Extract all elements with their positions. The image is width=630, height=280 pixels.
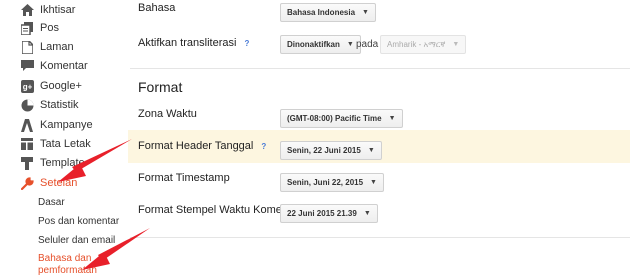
sidebar-item-label: Tata Letak [40, 138, 91, 150]
sidebar-item-label: Laman [40, 41, 74, 53]
sidebar-item-label: Setelan [40, 177, 78, 189]
date-header-format-value: Senin, 22 Juni 2015 [287, 146, 361, 155]
bahasa-label: Bahasa [138, 2, 176, 14]
wrench-icon [20, 176, 34, 190]
sidebar-item-setelan[interactable]: Setelan [20, 174, 77, 192]
subnav-item-dasar[interactable]: Dasar [38, 196, 65, 209]
chevron-down-icon: ▼ [346, 41, 354, 48]
google-plus-icon: g+ [20, 79, 34, 93]
chevron-down-icon: ▼ [452, 41, 460, 48]
subnav-item-pemformatan[interactable]: pemformatan [38, 264, 97, 277]
timezone-select[interactable]: (GMT-08:00) Pacific Time ▼ [280, 109, 403, 128]
date-header-format-label: Format Header Tanggal? [138, 140, 266, 152]
campaign-icon [20, 118, 34, 132]
date-header-format-label-text: Format Header Tanggal [138, 140, 254, 152]
timestamp-format-value: Senin, Juni 22, 2015 [287, 178, 364, 187]
svg-text:g+: g+ [22, 82, 32, 91]
language-select[interactable]: Bahasa Indonesia ▼ [280, 3, 376, 22]
sidebar-item-label: Template [40, 157, 85, 169]
comment-timestamp-format-select[interactable]: 22 Juni 2015 21.39 ▼ [280, 204, 378, 223]
chevron-down-icon: ▼ [362, 9, 369, 16]
sidebar-item-label: Google+ [40, 80, 82, 92]
date-header-format-select[interactable]: Senin, 22 Juni 2015 ▼ [280, 141, 382, 160]
transliteration-label: Aktifkan transliterasi? [138, 37, 249, 49]
comment-timestamp-format-label: Format Stempel Waktu Komentar [138, 204, 301, 216]
sidebar-item-tata-letak[interactable]: Tata Letak [20, 135, 91, 153]
transliteration-label-text: Aktifkan transliterasi [138, 37, 237, 49]
chevron-down-icon: ▼ [363, 210, 371, 217]
layout-icon [20, 137, 34, 151]
timezone-select-value: (GMT-08:00) Pacific Time [287, 114, 382, 123]
subnav-item-seluler-dan-email[interactable]: Seluler dan email [38, 234, 115, 247]
home-icon [20, 3, 34, 17]
chevron-down-icon: ▼ [370, 179, 377, 186]
sidebar-item-komentar[interactable]: Komentar [20, 57, 88, 75]
sidebar-item-statistik[interactable]: Statistik [20, 96, 79, 114]
sidebar-item-template[interactable]: Template [20, 154, 85, 172]
sidebar-item-google-plus[interactable]: g+ Google+ [20, 77, 82, 95]
sidebar: Ikhtisar Pos Laman Komentar g+ Google+ S… [0, 0, 120, 280]
comment-icon [20, 59, 34, 73]
section-divider-bottom [130, 237, 630, 238]
transliteration-language-select[interactable]: Amharik - አማርኛ ▼ [380, 35, 467, 54]
timestamp-format-label: Format Timestamp [138, 172, 230, 184]
help-icon[interactable]: ? [244, 39, 249, 48]
template-icon [20, 156, 34, 170]
sidebar-item-ikhtisar[interactable]: Ikhtisar [20, 1, 75, 19]
section-divider [130, 68, 630, 69]
pada-label: pada [356, 39, 379, 50]
sidebar-item-label: Statistik [40, 99, 79, 111]
chevron-down-icon: ▼ [388, 115, 396, 122]
stats-icon [20, 98, 34, 112]
help-icon[interactable]: ? [261, 142, 266, 151]
sidebar-item-kampanye[interactable]: Kampanye [20, 116, 93, 134]
sidebar-item-label: Ikhtisar [40, 4, 76, 16]
comment-timestamp-format-value: 22 Juni 2015 21.39 [287, 209, 357, 218]
chevron-down-icon: ▼ [367, 147, 375, 154]
sidebar-item-laman[interactable]: Laman [20, 38, 74, 56]
sidebar-item-label: Kampanye [40, 119, 93, 131]
format-section-title: Format [138, 79, 183, 95]
settings-panel: Bahasa Bahasa Indonesia ▼ Aktifkan trans… [120, 0, 630, 280]
posts-icon [20, 21, 34, 35]
transliteration-select[interactable]: Dinonaktifkan ▼ [280, 35, 361, 54]
pages-icon [20, 40, 34, 54]
sidebar-item-pos[interactable]: Pos [20, 19, 59, 37]
sidebar-item-label: Komentar [40, 60, 88, 72]
sidebar-item-label: Pos [40, 22, 59, 34]
language-select-value: Bahasa Indonesia [287, 8, 356, 17]
subnav-item-pos-dan-komentar[interactable]: Pos dan komentar [38, 215, 119, 228]
timestamp-format-select[interactable]: Senin, Juni 22, 2015 ▼ [280, 173, 384, 192]
transliteration-select-value: Dinonaktifkan [287, 40, 340, 49]
transliteration-language-value: Amharik - አማርኛ [387, 39, 446, 49]
timezone-label: Zona Waktu [138, 108, 197, 120]
